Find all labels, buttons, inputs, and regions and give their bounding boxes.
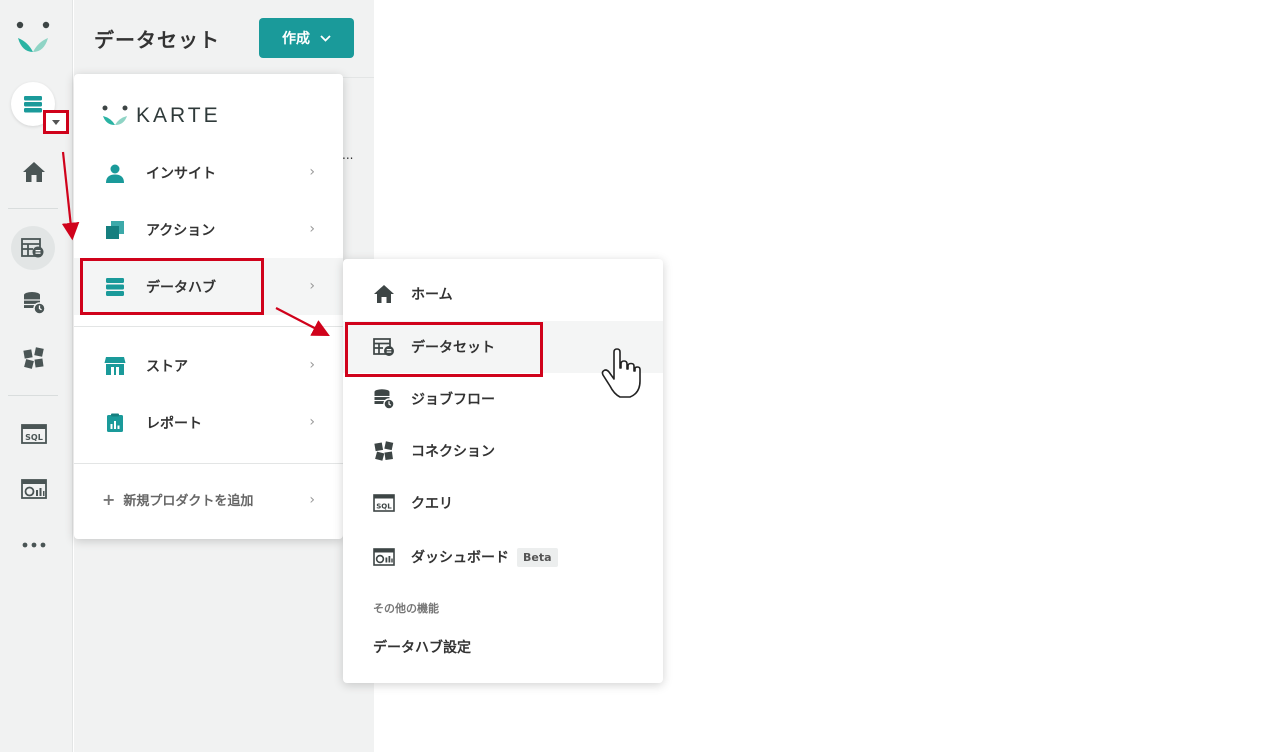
product-menu-item-action[interactable]: アクション ›: [74, 201, 343, 258]
more-horizontal-icon: [22, 542, 46, 548]
submenu-item-label: ダッシュボード: [411, 550, 509, 566]
product-menu-item-label: ストア: [146, 358, 188, 375]
highlight-box-datahub: [80, 258, 264, 315]
product-switcher-caret[interactable]: [43, 110, 69, 134]
chevron-down-icon: [320, 34, 331, 42]
action-icon: [106, 220, 124, 239]
chevron-right-icon: ›: [309, 221, 315, 237]
karte-brand: KARTE: [102, 104, 221, 128]
submenu-item-connection[interactable]: コネクション: [343, 425, 663, 477]
rail-jobflow[interactable]: [19, 288, 49, 318]
product-menu-item-store[interactable]: ストア ›: [74, 337, 343, 394]
karte-logo-icon[interactable]: [16, 20, 50, 56]
karte-logo-icon: [102, 105, 128, 125]
jobflow-icon: [24, 292, 46, 315]
chevron-right-icon: ›: [309, 414, 315, 430]
product-menu-item-report[interactable]: レポート ›: [74, 394, 343, 451]
svg-text:SQL: SQL: [376, 503, 392, 511]
rail-connection[interactable]: [19, 343, 49, 373]
caret-down-icon: [52, 119, 60, 125]
chevron-right-icon: ›: [309, 278, 315, 294]
chevron-right-icon: ›: [309, 164, 315, 180]
rail-query[interactable]: SQL: [19, 419, 49, 449]
svg-text:SQL: SQL: [25, 433, 43, 442]
submenu-item-label: ホーム: [411, 287, 453, 303]
product-menu-item-label: インサイト: [146, 165, 216, 182]
submenu-item-home[interactable]: ホーム: [343, 268, 663, 320]
product-menu-item-label: アクション: [146, 222, 216, 239]
home-icon: [23, 162, 45, 182]
sql-icon: SQL: [21, 424, 47, 444]
menu-divider: [74, 326, 343, 327]
highlight-box-dataset: [345, 322, 543, 377]
chevron-right-icon: ›: [309, 357, 315, 373]
hand-pointer-icon: [601, 348, 641, 398]
product-menu-item-insight[interactable]: インサイト ›: [74, 144, 343, 201]
report-icon: [107, 413, 123, 432]
datahub-icon: [24, 96, 42, 113]
beta-badge: Beta: [517, 547, 558, 567]
person-icon: [106, 164, 124, 183]
rail-more[interactable]: [19, 530, 49, 560]
rail-home[interactable]: [19, 157, 49, 187]
dashboard-icon: [21, 479, 47, 499]
rail-dashboard[interactable]: [19, 474, 49, 504]
submenu-item-query[interactable]: SQL クエリ: [343, 477, 663, 529]
connection-icon: [23, 347, 44, 369]
home-icon: [374, 285, 394, 303]
rail-divider: [8, 208, 58, 209]
brand-name: KARTE: [136, 104, 221, 127]
jobflow-icon: [374, 389, 395, 410]
rail-dataset[interactable]: [11, 226, 55, 270]
add-product-label: 新規プロダクトを追加: [123, 494, 254, 509]
dashboard-icon: [373, 548, 395, 566]
chevron-right-icon: ›: [309, 492, 315, 508]
create-button[interactable]: 作成: [259, 18, 354, 58]
plus-icon: +: [102, 490, 116, 509]
truncated-text: ...: [342, 148, 354, 162]
add-product-link[interactable]: + 新規プロダクトを追加: [102, 490, 253, 509]
submenu-item-label: クエリ: [411, 496, 453, 512]
rail-divider: [8, 395, 58, 396]
submenu-item-dashboard[interactable]: ダッシュボード Beta: [343, 531, 663, 583]
menu-divider: [74, 463, 343, 464]
sql-icon: SQL: [373, 494, 395, 512]
product-rail: SQL: [0, 0, 73, 752]
store-icon: [104, 356, 126, 375]
datahub-settings-link[interactable]: データハブ設定: [373, 637, 471, 657]
create-button-label: 作成: [282, 30, 310, 46]
other-features-heading: その他の機能: [373, 602, 439, 615]
dataset-icon: [21, 238, 44, 258]
product-menu-item-label: レポート: [146, 415, 202, 432]
connection-icon: [374, 441, 394, 461]
submenu-item-label: コネクション: [411, 444, 495, 460]
page-title: データセット: [94, 28, 220, 52]
submenu-item-label: ジョブフロー: [411, 392, 495, 408]
